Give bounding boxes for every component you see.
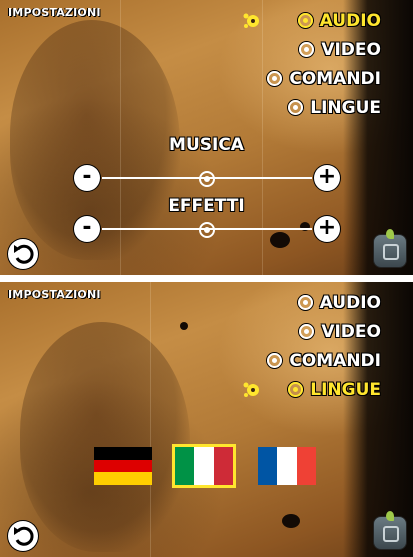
flag-stripe [194,447,214,485]
back-arrow-icon [14,244,34,264]
settings-menu: AUDIO VIDEO COMANDI LINGUE [243,288,381,404]
leaf-icon [386,511,394,521]
menu-label-video: VIDEO [321,321,381,342]
home-button[interactable] [373,229,407,268]
flag-french[interactable] [258,447,316,485]
menu-item-video[interactable]: VIDEO [267,317,381,346]
back-button[interactable] [8,239,38,269]
back-button[interactable] [8,521,38,551]
screen-title: IMPOSTAZIONI [8,288,101,301]
home-square-icon [383,526,399,542]
menu-item-audio[interactable]: AUDIO [267,288,381,317]
language-flags [94,444,324,491]
leaf-icon [386,229,394,239]
flag-stripe [258,447,278,485]
flag-german[interactable] [94,447,152,485]
menu-item-lingue[interactable]: LINGUE [243,375,381,404]
ink-splat [282,514,300,528]
home-button[interactable] [373,511,407,550]
flag-stripe [175,447,195,485]
flag-stripe [94,447,152,460]
screen-title: IMPOSTAZIONI [8,6,101,19]
menu-item-lingue[interactable]: LINGUE [267,93,381,122]
flag-stripe [94,459,152,473]
active-splash-icon [243,382,260,397]
effects-decrease-button[interactable]: - [74,216,100,242]
paper-fold-line [150,282,151,557]
screen-divider [0,275,413,282]
menu-item-comandi[interactable]: COMANDI [267,346,381,375]
effects-slider-knob[interactable] [199,222,215,238]
music-decrease-button[interactable]: - [74,165,100,191]
menu-item-comandi[interactable]: COMANDI [267,64,381,93]
menu-label-comandi: COMANDI [289,350,381,371]
menu-label-video: VIDEO [321,39,381,60]
radio-icon [299,324,315,339]
music-slider-knob[interactable] [199,171,215,187]
effects-slider[interactable]: - + [72,214,342,244]
flag-italian[interactable] [172,444,236,488]
effects-increase-button[interactable]: + [314,216,340,242]
music-label: MUSICA [169,135,244,155]
active-splash-icon [243,13,260,28]
music-increase-button[interactable]: + [314,165,340,191]
language-settings-screen: IMPOSTAZIONI AUDIO VIDEO COMANDI LINGUE [0,282,413,557]
home-square-icon [383,244,399,260]
fighter-silhouette [20,322,190,552]
radio-icon [288,382,304,397]
flag-stripe [94,472,152,485]
settings-menu: AUDIO VIDEO COMANDI LINGUE [243,6,381,122]
menu-item-audio[interactable]: AUDIO [243,6,381,35]
radio-icon [267,353,283,368]
effects-label: EFFETTI [168,196,245,216]
flag-stripe [213,447,233,485]
radio-icon [299,42,315,57]
ink-splat [180,322,188,330]
menu-label-lingue: LINGUE [310,379,381,400]
flag-stripe [296,447,316,485]
radio-icon [297,13,313,28]
audio-settings-screen: IMPOSTAZIONI AUDIO VIDEO COMANDI LINGUE … [0,0,413,275]
menu-label-lingue: LINGUE [310,97,381,118]
radio-icon [297,295,313,310]
back-arrow-icon [14,526,34,546]
radio-icon [267,71,283,86]
radio-icon [288,100,304,115]
menu-label-audio: AUDIO [319,10,381,31]
flag-stripe [277,447,297,485]
menu-label-comandi: COMANDI [289,68,381,89]
menu-label-audio: AUDIO [319,292,381,313]
music-slider[interactable]: - + [72,163,342,193]
menu-item-video[interactable]: VIDEO [267,35,381,64]
